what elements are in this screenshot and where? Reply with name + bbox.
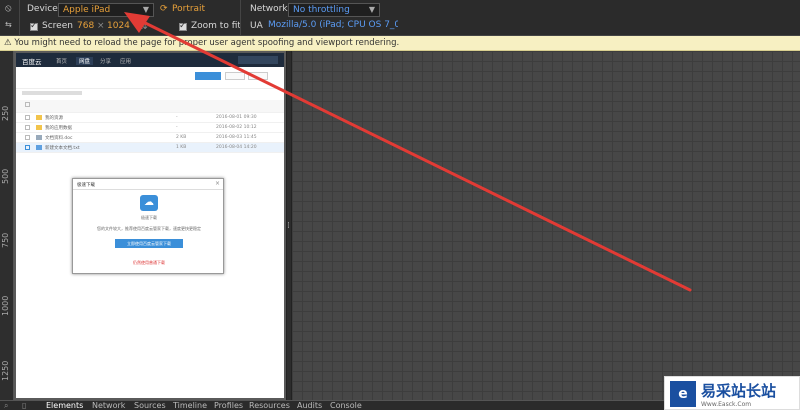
tab-profiles[interactable]: Profiles (214, 401, 243, 410)
portrait-button[interactable]: Portrait (172, 4, 205, 14)
ruler-tick: 500 (1, 168, 10, 184)
site-logo[interactable]: 百度云 (22, 56, 42, 66)
tab-audits[interactable]: Audits (297, 401, 322, 410)
device-mode-icon[interactable]: ▯ (22, 401, 26, 410)
nav-item[interactable]: 首页 (56, 57, 67, 65)
file-date: 2016-08-01 09:30 (216, 115, 257, 120)
watermark: e 易采站长站 Www.Easck.Com (664, 376, 800, 410)
table-row[interactable]: 我的资源 - 2016-08-01 09:30 (16, 113, 284, 123)
swap-icon[interactable]: ⇅ (139, 19, 148, 32)
inspect-icon[interactable]: ⌕ (4, 401, 8, 410)
table-row[interactable]: 文档资料.doc 2 KB 2016-08-03 11:45 (16, 133, 284, 143)
use-client-button[interactable]: 立即使用百度云管家下载 (115, 239, 183, 248)
chevron-down-icon: ▼ (142, 5, 149, 14)
device-label: Device (27, 4, 58, 14)
row-checkbox[interactable] (25, 125, 30, 130)
device-viewport: 百度云 首页 网盘 分享 应用 我的资源 - 2016-08-01 09:30 我的… (14, 51, 286, 400)
table-row-selected[interactable]: 新建文本文档.txt 1 KB 2016-08-04 14:20 (16, 143, 284, 153)
zoom-checkbox[interactable] (179, 21, 187, 31)
dialog-header: 极速下载 × (73, 179, 223, 190)
site-header: 百度云 首页 网盘 分享 应用 (16, 53, 284, 67)
ua-value: Mozilla/5.0 (iPad; CPU OS 7_0 ... (268, 20, 398, 30)
rotate-icon[interactable]: ⟳ (160, 4, 168, 14)
screen-width[interactable]: 768 (77, 21, 94, 31)
ruler-tick: 1250 (1, 360, 10, 381)
device-value: Apple iPad (63, 5, 111, 15)
network-label: Network (250, 4, 288, 14)
file-date: 2016-08-03 11:45 (216, 135, 257, 140)
zoom-label: Zoom to fit (191, 21, 241, 31)
watermark-url: Www.Easck.Com (701, 401, 752, 408)
toolbar-divider (240, 0, 241, 36)
tab-network[interactable]: Network (92, 401, 125, 410)
file-size: - (176, 125, 178, 130)
network-value: No throttling (293, 5, 350, 15)
ruler-tick: 250 (1, 105, 10, 121)
file-name: 我的资源 (45, 116, 63, 121)
folder-icon (36, 115, 42, 120)
ua-label: UA (250, 21, 263, 31)
file-size: - (176, 115, 178, 120)
warning-bar: ⚠ You might need to reload the page for … (0, 36, 800, 51)
device-select[interactable]: Apple iPad ▼ (58, 3, 154, 17)
tab-resources[interactable]: Resources (249, 401, 290, 410)
new-folder-button[interactable] (225, 72, 245, 80)
tab-timeline[interactable]: Timeline (173, 401, 207, 410)
drawer-icon[interactable]: ⇆ (5, 20, 12, 29)
chevron-down-icon: ▼ (368, 5, 375, 14)
tab-sources[interactable]: Sources (134, 401, 166, 410)
tab-elements[interactable]: Elements (46, 401, 83, 410)
row-checkbox[interactable] (25, 145, 30, 150)
file-name: 文档资料.doc (45, 136, 73, 141)
file-name: 新建文本文档.txt (45, 146, 80, 151)
screen-times: × (97, 21, 105, 31)
file-date: 2016-08-04 14:20 (216, 145, 257, 150)
nav-item[interactable]: 分享 (100, 57, 111, 65)
network-select[interactable]: No throttling ▼ (288, 3, 380, 17)
file-date: 2016-08-02 10:12 (216, 125, 257, 130)
block-icon[interactable]: ⦸ (5, 3, 12, 14)
select-all-checkbox[interactable] (25, 102, 30, 107)
table-header (16, 100, 284, 113)
file-icon (36, 145, 42, 150)
devtools-window: ⦸ ⇆ Device Apple iPad ▼ ⟳ Portrait Screen… (0, 0, 800, 410)
watermark-logo-icon: e (670, 381, 696, 407)
ruler-tick: 1000 (1, 295, 10, 316)
nav-item[interactable]: 应用 (120, 57, 131, 65)
upload-button[interactable] (195, 72, 221, 80)
cloud-icon: ☁ (140, 195, 158, 211)
table-row[interactable]: 我的应用数据 - 2016-08-02 10:12 (16, 123, 284, 133)
file-size: 1 KB (176, 145, 187, 150)
file-size: 2 KB (176, 135, 187, 140)
grip-icon: ⁞ (287, 221, 290, 231)
folder-icon (36, 125, 42, 130)
dialog-title: 极速下载 (77, 183, 95, 188)
viewport-grid-background (292, 51, 800, 400)
watermark-title: 易采站长站 (701, 382, 777, 400)
row-checkbox[interactable] (25, 115, 30, 120)
file-name: 我的应用数据 (45, 126, 72, 131)
nav-item-active[interactable]: 网盘 (76, 57, 94, 65)
dialog-subtitle: 极速下载 (141, 215, 157, 220)
emulation-toolbar: ⦸ ⇆ Device Apple iPad ▼ ⟳ Portrait Screen… (0, 0, 800, 36)
download-button[interactable] (248, 72, 268, 80)
vertical-ruler: 250 500 750 1000 1250 (0, 51, 14, 400)
download-dialog: 极速下载 × ☁ 极速下载 您的文件较大，推荐使用百度云管家下载，速度更快更稳定 … (72, 178, 224, 274)
screen-label: Screen (42, 21, 73, 31)
dock-area: ⦸ ⇆ (0, 0, 20, 36)
file-icon (36, 135, 42, 140)
ruler-tick: 750 (1, 232, 10, 248)
ua-input[interactable]: Mozilla/5.0 (iPad; CPU OS 7_0 ... (264, 19, 398, 33)
close-icon[interactable]: × (215, 180, 220, 187)
screen-height[interactable]: 1024 (107, 21, 130, 31)
dialog-message: 您的文件较大，推荐使用百度云管家下载，速度更快更稳定 (97, 226, 201, 231)
user-area[interactable] (238, 56, 278, 64)
tab-console[interactable]: Console (330, 401, 362, 410)
screen-checkbox[interactable] (30, 21, 38, 31)
row-checkbox[interactable] (25, 135, 30, 140)
normal-download-link[interactable]: 仍然使用普通下载 (73, 260, 225, 266)
file-toolbar (16, 67, 284, 89)
emulated-page: 百度云 首页 网盘 分享 应用 我的资源 - 2016-08-01 09:30 我的… (16, 53, 284, 398)
breadcrumb (16, 89, 284, 100)
